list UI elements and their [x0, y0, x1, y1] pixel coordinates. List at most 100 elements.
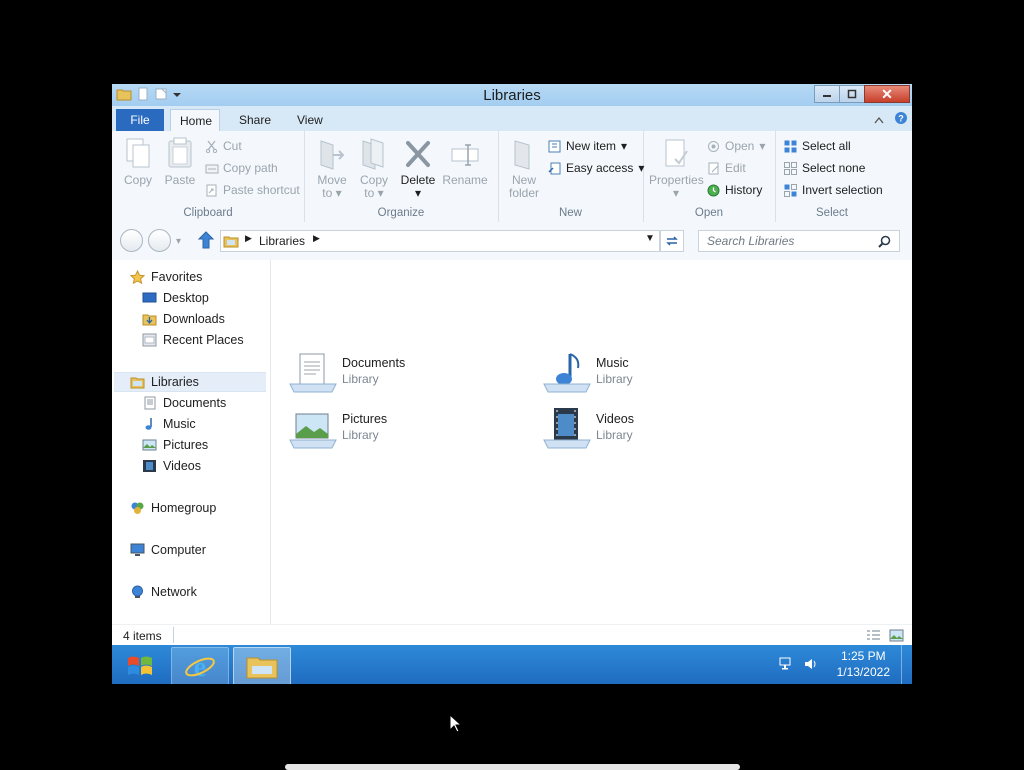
recent-locations-dropdown[interactable]: ▾	[176, 236, 181, 247]
content-pane: Documents Library Music Library Pictures…	[271, 260, 912, 624]
svg-text:e: e	[194, 652, 206, 681]
paste-button[interactable]: Paste	[162, 137, 198, 187]
easy-access-button[interactable]: Easy access ▾	[548, 159, 644, 177]
breadcrumb-libraries[interactable]: Libraries	[259, 234, 305, 248]
cut-button[interactable]: Cut	[205, 137, 242, 155]
copy-button[interactable]: Copy	[120, 137, 156, 187]
library-item-music[interactable]: Music Library	[542, 350, 742, 400]
nav-pictures[interactable]: Pictures	[142, 435, 208, 455]
downloads-icon	[142, 312, 157, 326]
organize-group-label: Organize	[377, 207, 425, 219]
copy-icon	[123, 137, 153, 171]
move-to-button[interactable]: Move to ▾	[314, 137, 350, 200]
select-all-icon	[784, 140, 797, 153]
forward-button[interactable]	[148, 229, 171, 252]
taskbar-internet-explorer[interactable]: e	[171, 647, 229, 684]
help-icon[interactable]: ?	[894, 111, 908, 128]
large-icons-view-icon[interactable]	[889, 629, 904, 645]
dropdown-arrow-icon: ▾	[621, 139, 628, 153]
copy-to-button[interactable]: Copy to ▾	[356, 137, 392, 200]
new-folder-button[interactable]: New folder	[506, 137, 542, 200]
close-button[interactable]: ✕	[864, 85, 910, 103]
music-note-icon	[142, 417, 157, 431]
minimize-ribbon-icon[interactable]	[874, 113, 884, 127]
nav-videos[interactable]: Videos	[142, 456, 201, 476]
paste-icon	[165, 137, 195, 171]
new-item-icon	[548, 140, 561, 153]
nav-computer[interactable]: Computer	[130, 540, 206, 560]
paste-shortcut-button[interactable]: Paste shortcut	[205, 181, 300, 199]
details-view-icon[interactable]	[866, 630, 881, 644]
properties-button[interactable]: Properties ▾	[649, 137, 704, 200]
restore-button[interactable]	[839, 85, 865, 103]
nav-desktop[interactable]: Desktop	[142, 288, 209, 308]
clock-date: 1/13/2022	[836, 665, 890, 679]
copy-to-icon	[359, 137, 389, 171]
search-icon	[878, 234, 891, 254]
library-item-videos[interactable]: Videos Library	[542, 406, 742, 456]
tab-share[interactable]: Share	[230, 109, 280, 131]
libraries-icon	[130, 375, 145, 389]
nav-favorites[interactable]: Favorites	[129, 267, 202, 287]
open-button[interactable]: Open ▾	[707, 137, 765, 155]
breadcrumb-arrow-icon[interactable]: ▶	[245, 233, 252, 244]
nav-libraries[interactable]: Libraries	[114, 372, 266, 392]
nav-documents[interactable]: Documents	[142, 393, 226, 413]
scissors-icon	[205, 140, 218, 153]
title-bar[interactable]: Libraries ✕	[112, 84, 912, 106]
delete-button[interactable]: Delete ▾	[398, 137, 438, 200]
nav-network[interactable]: Network	[130, 582, 197, 602]
show-desktop-button[interactable]	[901, 645, 912, 684]
windows-logo-icon	[126, 654, 154, 681]
tab-home[interactable]: Home	[170, 109, 220, 131]
edit-button[interactable]: Edit	[707, 159, 746, 177]
invert-selection-icon	[784, 183, 797, 197]
network-tray-icon[interactable]	[779, 656, 795, 675]
volume-tray-icon[interactable]	[803, 656, 819, 675]
videos-library-icon	[542, 406, 592, 454]
address-dropdown-icon[interactable]: ▼	[645, 233, 655, 244]
rename-icon	[450, 137, 480, 171]
invert-selection-button[interactable]: Invert selection	[784, 181, 883, 199]
mouse-cursor-icon	[449, 713, 463, 736]
rename-button[interactable]: Rename	[440, 137, 490, 187]
address-bar[interactable]: ▶ Libraries ▶ ▼	[220, 230, 660, 252]
network-icon	[130, 585, 145, 599]
paste-shortcut-icon	[205, 184, 218, 197]
tab-file[interactable]: File	[116, 109, 164, 131]
select-group-label: Select	[816, 207, 848, 219]
clock-time: 1:25 PM	[840, 649, 886, 663]
taskbar-file-explorer[interactable]	[233, 647, 291, 684]
minimize-button[interactable]	[814, 85, 840, 103]
back-button[interactable]	[120, 229, 143, 252]
status-bar: 4 items	[112, 624, 912, 646]
close-icon: ✕	[881, 85, 893, 102]
search-input[interactable]: Search Libraries	[698, 230, 900, 252]
nav-recent-places[interactable]: Recent Places	[142, 330, 244, 350]
nav-music[interactable]: Music	[142, 414, 196, 434]
nav-downloads[interactable]: Downloads	[142, 309, 225, 329]
system-clock[interactable]: 1:25 PM 1/13/2022	[837, 648, 890, 680]
new-group-label: New	[558, 207, 582, 219]
library-item-documents[interactable]: Documents Library	[288, 350, 488, 400]
select-none-button[interactable]: Select none	[784, 159, 865, 177]
new-item-button[interactable]: New item ▾	[548, 137, 627, 155]
open-group-label: Open	[694, 207, 724, 219]
ribbon: Copy Paste Cut Copy path Paste shortcut …	[112, 131, 912, 223]
history-button[interactable]: History	[707, 181, 762, 199]
tab-view[interactable]: View	[288, 109, 332, 131]
clipboard-group: Copy Paste Cut Copy path Paste shortcut …	[112, 131, 305, 222]
breadcrumb-arrow-icon[interactable]: ▶	[313, 233, 320, 244]
library-item-pictures[interactable]: Pictures Library	[288, 406, 488, 456]
address-row: ▾ ▶ Libraries ▶ ▼ Search Libraries	[112, 222, 912, 260]
copy-path-button[interactable]: Copy path	[205, 159, 278, 177]
select-none-icon	[784, 161, 797, 175]
easy-access-icon	[548, 162, 561, 175]
start-button[interactable]	[112, 647, 170, 683]
computer-icon	[130, 543, 145, 557]
refresh-button[interactable]	[660, 230, 684, 252]
nav-homegroup[interactable]: Homegroup	[130, 498, 216, 518]
select-group: Select all Select none Invert selection …	[775, 131, 889, 222]
up-arrow-icon[interactable]	[197, 231, 215, 252]
select-all-button[interactable]: Select all	[784, 137, 851, 155]
